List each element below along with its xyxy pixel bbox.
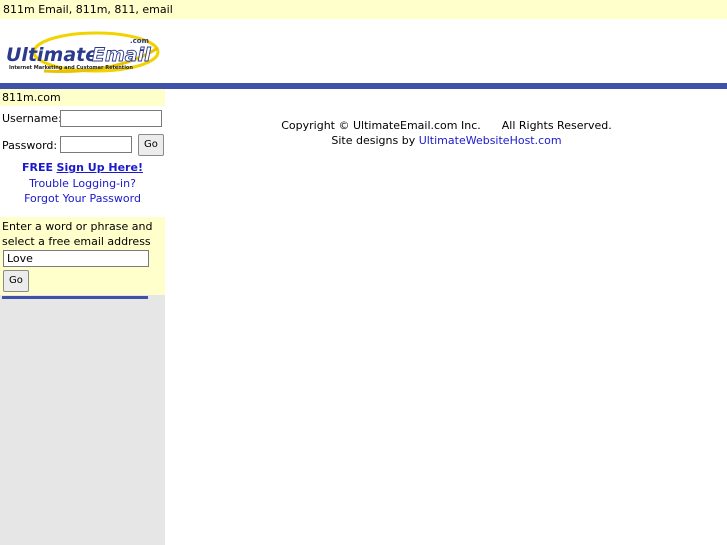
trouble-logging-in-link[interactable]: Trouble Logging-in? [0,177,165,190]
footer: Copyright © UltimateEmail.com Inc. All R… [166,118,727,148]
login-panel: Username: Password: Go FREE Sign Up Here… [0,106,165,217]
sidebar-divider [2,296,148,299]
designer-link[interactable]: UltimateWebsiteHost.com [419,134,562,147]
logo-graphic: Ultimate Email .com Internet Marketing a… [6,31,160,73]
sidebar: 811m.com Username: Password: Go FREE Sig… [0,89,165,545]
address-search-panel: Enter a word or phrase and select a free… [0,217,165,295]
password-input[interactable] [60,136,132,153]
address-search-input[interactable] [3,250,149,267]
ultimate-email-logo[interactable]: Ultimate Email .com Internet Marketing a… [4,30,160,75]
signup-link[interactable]: Sign Up Here! [57,161,143,174]
keywords-text: 811m Email, 811m, 811, email [3,3,173,16]
sidebar-site-name: 811m.com [0,89,165,106]
keywords-bar: 811m Email, 811m, 811, email [0,0,727,19]
search-go-button[interactable]: Go [3,270,29,292]
copyright-text: Copyright © UltimateEmail.com Inc. All R… [281,119,612,132]
logo-text-dotcom: .com [130,37,149,45]
logo-tagline: Internet Marketing and Customer Retentio… [9,65,133,71]
site-designs-line: Site designs by UltimateWebsiteHost.com [166,133,727,148]
free-label: FREE [22,161,54,174]
username-input[interactable] [60,110,162,127]
logo-text-email: Email [92,44,151,66]
username-label: Username: [2,112,62,125]
password-label: Password: [2,139,58,152]
login-go-button[interactable]: Go [138,134,164,156]
logo-text-ultimate: Ultimate [6,44,98,66]
forgot-password-link[interactable]: Forgot Your Password [0,192,165,205]
search-prompt: Enter a word or phrase and select a free… [2,220,153,248]
designs-prefix: Site designs by [331,134,416,147]
signup-line: FREE Sign Up Here! [0,161,165,174]
